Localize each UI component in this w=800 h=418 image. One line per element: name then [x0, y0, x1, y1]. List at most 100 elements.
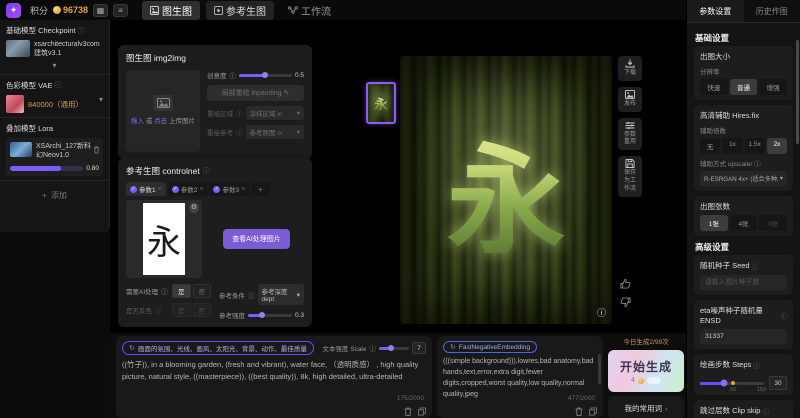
controlnet-tab-2[interactable]: ✓ 参数2 ×: [168, 182, 208, 196]
result-image[interactable]: 永 ⓘ: [400, 56, 612, 324]
hires-2x-button[interactable]: 2x: [767, 138, 787, 154]
download-button[interactable]: 下载: [618, 56, 642, 81]
steps-max-label: 150: [757, 387, 766, 393]
lora-weight-value[interactable]: 0.80: [86, 165, 99, 172]
lora-thumbnail[interactable]: [10, 142, 32, 157]
trash-icon[interactable]: [93, 141, 100, 159]
checkpoint-label: 基础模型 Checkpoint: [6, 25, 76, 36]
checkpoint-thumbnail[interactable]: [6, 40, 30, 57]
ref-strength-slider[interactable]: [248, 314, 292, 317]
hires-15x-button[interactable]: 1.5x: [745, 138, 765, 154]
ensd-input[interactable]: [700, 329, 787, 344]
tab-parameter-settings[interactable]: 参数设置: [687, 0, 744, 22]
upload-dropzone[interactable]: 拖入 或 点击 上传图片: [126, 70, 200, 152]
redraw-ref-select[interactable]: 参考原图 or ▾: [246, 125, 305, 139]
lora-name[interactable]: XSArchi_127新科幻Neov1.0: [36, 142, 92, 161]
chevron-down-icon[interactable]: ▾: [99, 95, 103, 104]
ref-image-icon: [214, 6, 223, 15]
favorite-words-button[interactable]: 我的常用词 ›: [608, 396, 684, 418]
hires-none-button[interactable]: 无: [700, 138, 720, 154]
app-logo-icon[interactable]: ✦: [6, 3, 21, 18]
thumb-up-icon[interactable]: [620, 278, 631, 289]
result-thumbnail[interactable]: 永: [366, 82, 396, 124]
count-9-button[interactable]: 9张: [759, 215, 787, 231]
redraw-region-select[interactable]: 涂抹区域 in ▾: [246, 106, 305, 120]
prompt-bar: ↻ 画面的氛围、光线、画风、太阳光、背景、动作、最佳质量 文本强度 Scale …: [110, 333, 686, 418]
hires-1x-button[interactable]: 1x: [722, 138, 742, 154]
res-enhanced-button[interactable]: 增强: [759, 79, 787, 95]
positive-char-count: 175/2000: [397, 395, 424, 402]
res-fast-button[interactable]: 快速: [700, 79, 728, 95]
publish-image-icon: [625, 90, 635, 99]
tab-ref-generate[interactable]: 参考生图: [206, 1, 274, 20]
positive-prompt-input[interactable]: ((竹子)), in a blooming garden, (fresh and…: [122, 359, 426, 401]
steps-slider[interactable]: 50 150: [700, 382, 764, 385]
negative-prompt-input[interactable]: (((simple background))),lowres,bad anato…: [443, 357, 597, 399]
save-workflow-button[interactable]: 保存为工作流: [618, 156, 642, 196]
close-icon[interactable]: ×: [158, 186, 162, 193]
vae-value[interactable]: 840000（通用）: [28, 99, 83, 110]
prompt-hint-button[interactable]: ↻ 画面的氛围、光线、画风、太阳光、背景、动作、最佳质量: [122, 341, 314, 355]
info-icon[interactable]: ⓘ: [203, 166, 210, 176]
count-4-button[interactable]: 4张: [730, 215, 758, 231]
img2img-title: 图生图 img2img: [126, 52, 186, 64]
scale-value[interactable]: 7: [412, 342, 426, 354]
add-controlnet-tab-button[interactable]: +: [251, 182, 270, 196]
grid-view-icon[interactable]: ▦: [93, 4, 108, 17]
controlnet-preview[interactable]: 永 ⚙: [126, 200, 202, 278]
yes-button[interactable]: 是: [172, 303, 191, 317]
publish-button[interactable]: 发布: [618, 87, 642, 112]
checkpoint-name[interactable]: xsarchitecturalv3com建筑v3.1: [34, 40, 100, 59]
reuse-params-button[interactable]: 参数重用: [618, 118, 642, 151]
creativity-value[interactable]: 0.5: [295, 72, 304, 79]
creativity-slider[interactable]: [239, 74, 292, 77]
info-icon[interactable]: ⓘ: [78, 26, 85, 36]
lora-weight-slider[interactable]: [10, 166, 83, 171]
res-normal-button[interactable]: 普通: [730, 79, 758, 95]
click-upload-link[interactable]: 点击: [154, 118, 167, 125]
count-1-button[interactable]: 1张: [700, 215, 728, 231]
image-info-icon[interactable]: ⓘ: [597, 306, 606, 319]
copy-icon[interactable]: [418, 407, 426, 416]
negative-scrollbar[interactable]: [598, 354, 601, 384]
ref-condition-select[interactable]: 参考深度 dept ▾: [258, 284, 305, 305]
no-button[interactable]: 否: [193, 303, 212, 317]
inpainting-button[interactable]: 局部重绘 inpainting ✎: [207, 85, 304, 101]
daily-quota: 今日生成2/99次: [608, 336, 684, 346]
gear-icon[interactable]: ⚙: [189, 203, 199, 213]
refresh-icon: ↻: [450, 343, 456, 351]
info-icon[interactable]: ⓘ: [55, 80, 62, 90]
ref-strength-value[interactable]: 0.3: [295, 312, 304, 319]
view-ai-processed-button[interactable]: 查看AI处理图片: [223, 229, 290, 249]
trash-icon[interactable]: [404, 407, 412, 416]
menu-icon[interactable]: ≡: [113, 4, 128, 17]
no-button[interactable]: 否: [193, 284, 212, 298]
vae-thumbnail[interactable]: [6, 95, 24, 113]
lora-card[interactable]: XSArchi_127新科幻Neov1.0 0.80: [6, 138, 103, 176]
chevron-down-icon[interactable]: ▾: [6, 61, 103, 70]
drag-link[interactable]: 拖入: [131, 118, 144, 125]
sidebar-scrollbar[interactable]: [796, 40, 799, 144]
generate-button[interactable]: 开始生成 4: [608, 350, 684, 392]
copy-icon[interactable]: [589, 407, 597, 416]
trash-icon[interactable]: [575, 407, 583, 416]
controlnet-tab-3[interactable]: ✓ 参数3 ×: [209, 182, 249, 196]
add-lora-button[interactable]: + 添加: [0, 181, 109, 211]
points-value[interactable]: 96738: [63, 5, 88, 15]
info-icon[interactable]: ⓘ: [230, 70, 237, 80]
seed-card: 随机种子 Seed ⓘ: [694, 255, 793, 295]
thumb-down-icon[interactable]: [620, 297, 631, 308]
tab-history[interactable]: 历史作图: [744, 0, 800, 22]
cost-pill: [647, 377, 661, 384]
close-icon[interactable]: ×: [241, 186, 245, 193]
yes-button[interactable]: 是: [172, 284, 191, 298]
scale-slider[interactable]: [379, 347, 409, 350]
negative-embedding-button[interactable]: ↻ FastNegativeEmbedding: [443, 341, 537, 353]
close-icon[interactable]: ×: [199, 186, 203, 193]
tab-img2img[interactable]: 图生图: [142, 1, 200, 20]
upscaler-select[interactable]: R-ESRGAN 4x+ (适合多种风 ▾: [700, 171, 787, 186]
seed-input[interactable]: [700, 275, 787, 290]
controlnet-tab-1[interactable]: ✓ 参数1 ×: [126, 182, 166, 196]
tab-workflow[interactable]: 工作流: [280, 1, 339, 20]
steps-value[interactable]: 30: [769, 376, 787, 390]
